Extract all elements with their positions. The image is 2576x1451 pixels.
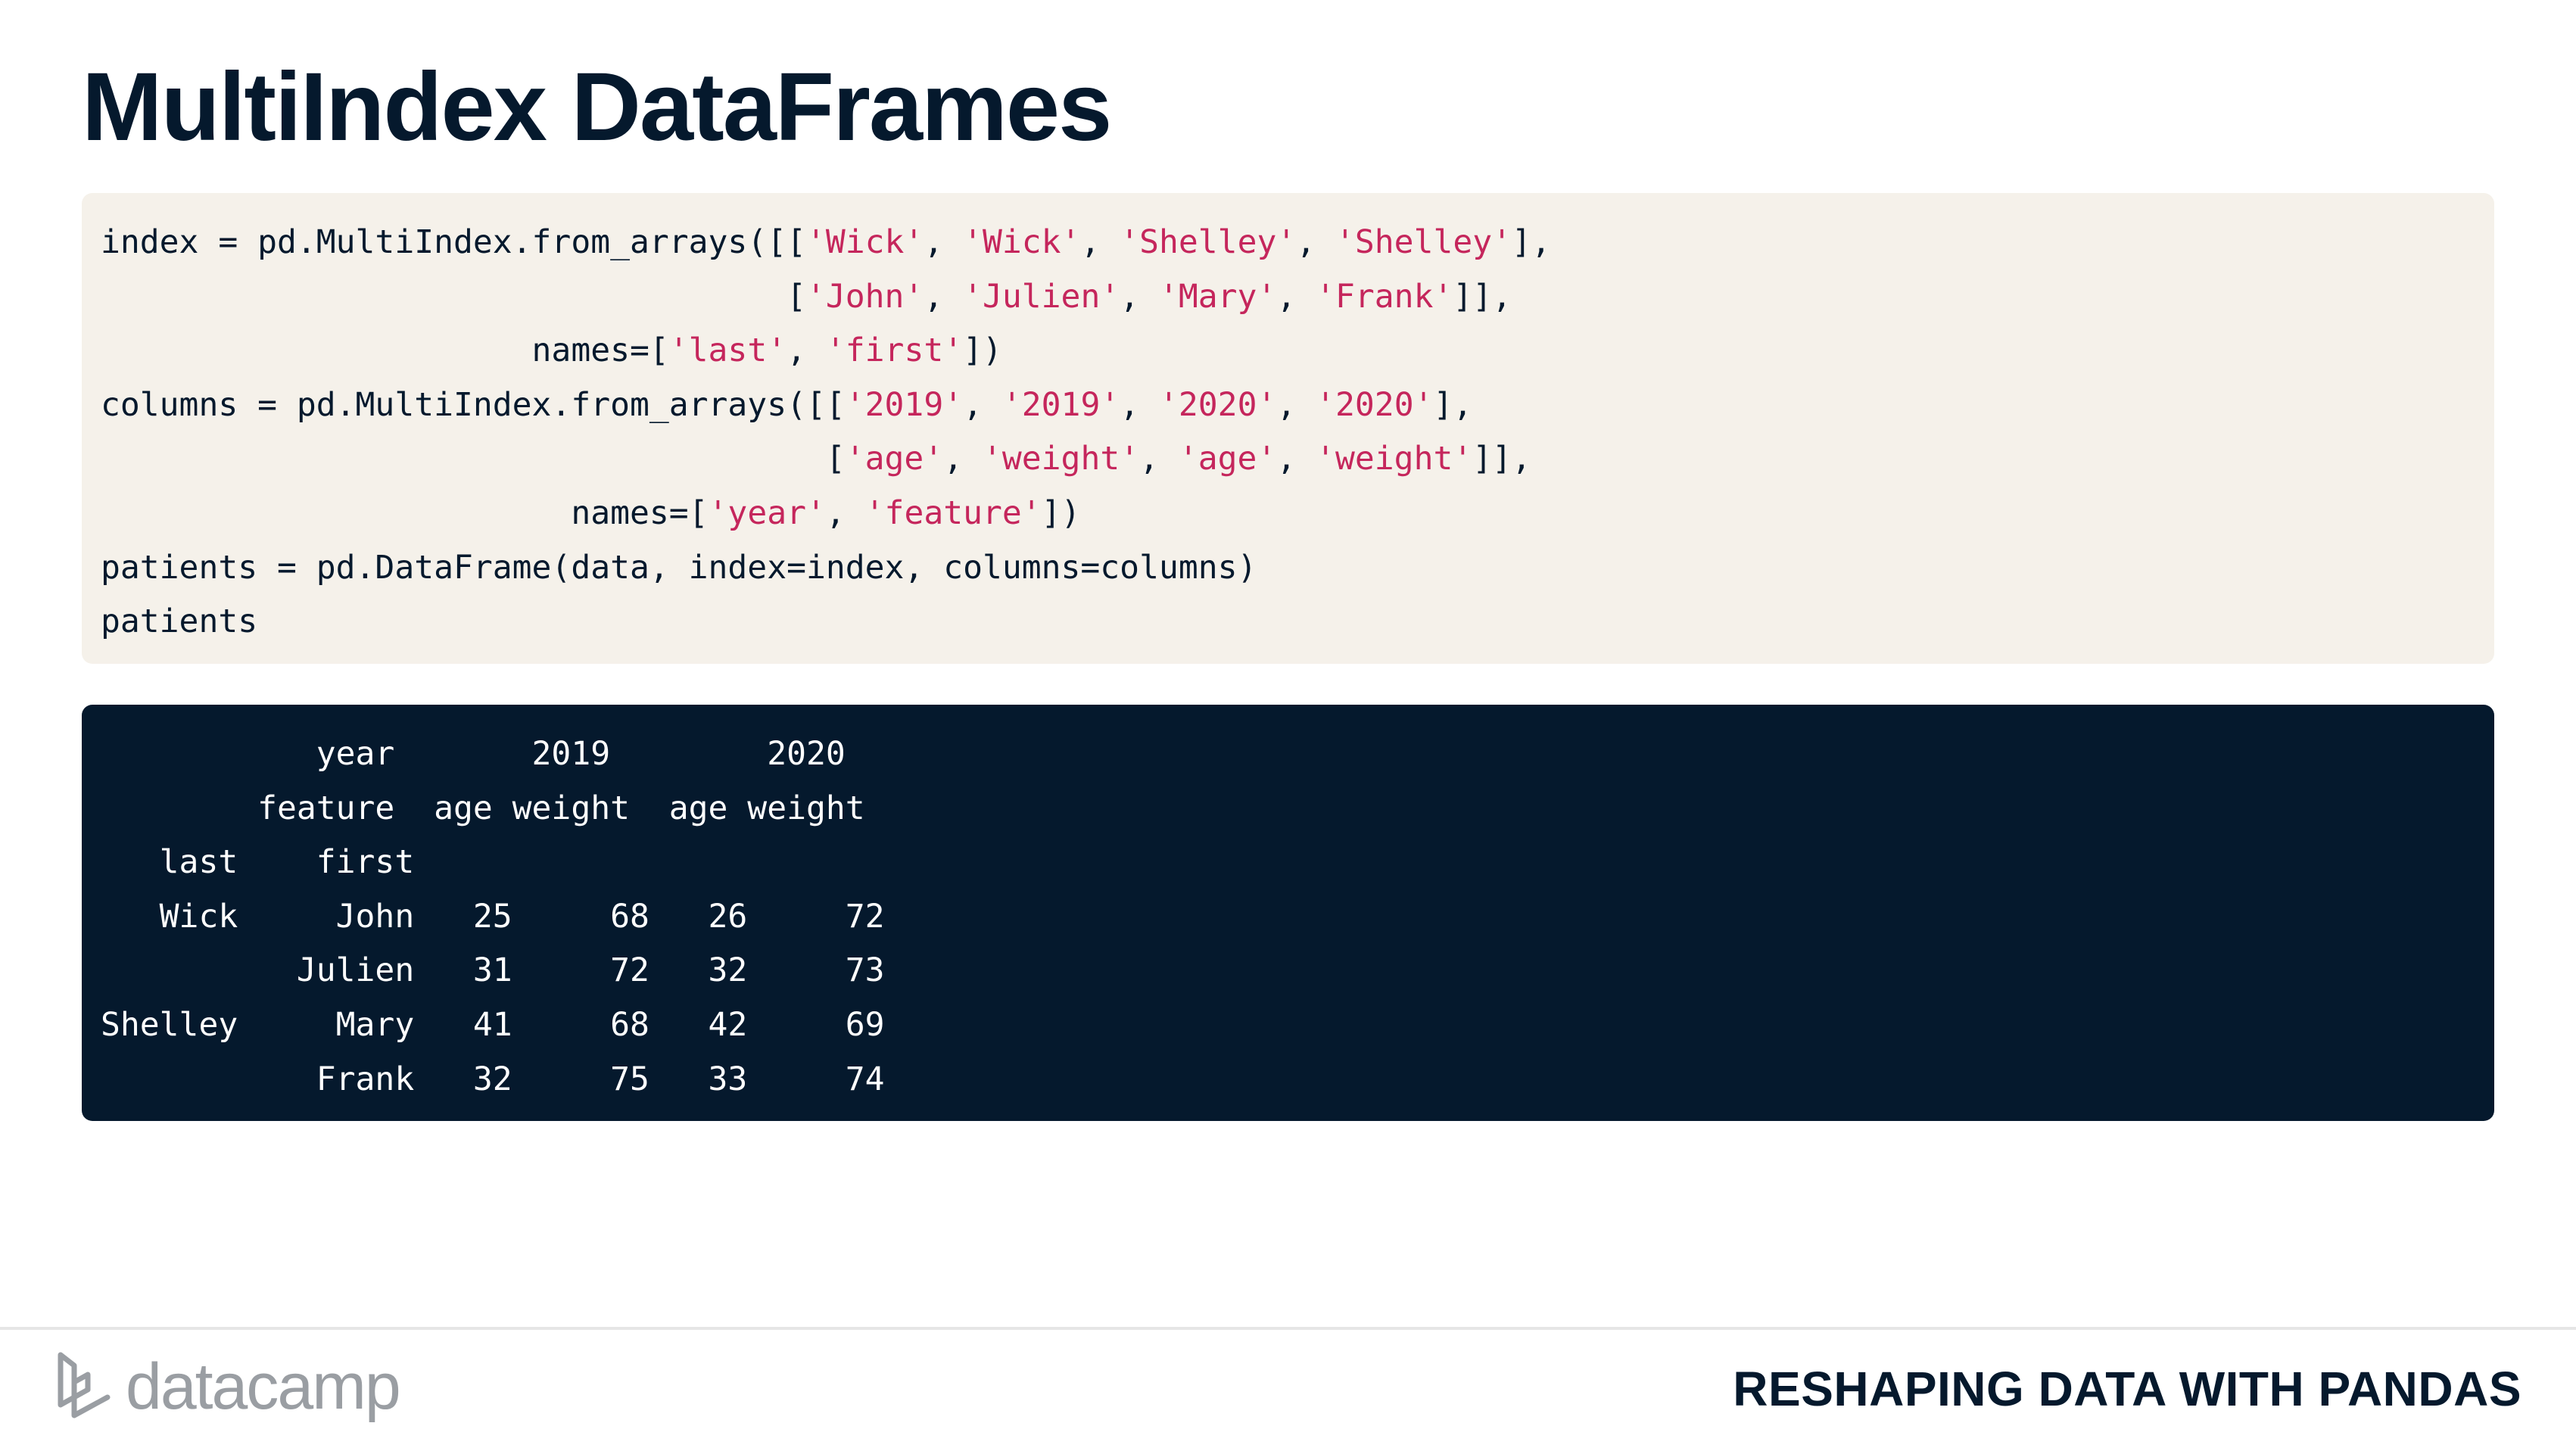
code-line: ['John', 'Julien', 'Mary', 'Frank']], [101,270,2494,325]
code-line: index = pd.MultiIndex.from_arrays([['Wic… [101,216,2494,270]
code-token: , [787,332,826,370]
code-line: ['age', 'weight', 'age', 'weight']], [101,432,2494,487]
string-literal: 'Shelley' [1120,223,1297,261]
code-token: , [1276,385,1316,424]
code-token: , [1276,440,1316,478]
code-token: ], [1512,223,1551,261]
slide-title: MultiIndex DataFrames [82,53,1112,161]
string-literal: 'Mary' [1159,277,1277,316]
string-literal: 'Shelley' [1335,223,1512,261]
string-literal: '2020' [1316,385,1434,424]
datacamp-logo-icon [58,1352,111,1418]
output-line: Frank 32 75 33 74 [101,1060,885,1098]
output-line: Julien 31 72 32 73 [101,951,885,990]
datacamp-logo: datacamp [53,1349,401,1425]
code-token: , [1139,440,1179,478]
string-literal: 'Julien' [963,277,1120,316]
code-token: names=[ [101,332,669,370]
code-token: , [1120,277,1159,316]
string-literal: '2020' [1159,385,1277,424]
output-line: Wick John 25 68 26 72 [101,897,885,936]
code-block: index = pd.MultiIndex.from_arrays([['Wic… [82,193,2494,664]
string-literal: 'John' [805,277,924,316]
code-token: ], [1433,385,1473,424]
code-token: patients = pd.DataFrame(data, index=inde… [101,548,1257,587]
string-literal: 'age' [1178,440,1277,478]
code-token: index = pd.MultiIndex.from_arrays([[ [101,223,806,261]
string-literal: 'last' [668,332,787,370]
code-token: , [924,223,964,261]
logo-text: datacamp [126,1350,401,1423]
footer-divider [0,1327,2576,1330]
code-token: , [1080,223,1120,261]
output-block: year 2019 2020 feature age weight age we… [82,705,2494,1121]
code-token: , [1276,277,1316,316]
output-line: feature age weight age weight [101,789,865,827]
code-line: patients [101,595,2494,649]
code-token: ]) [1041,494,1081,532]
string-literal: 'weight' [983,440,1140,478]
code-token: , [825,494,865,532]
string-literal: '2019' [1001,385,1120,424]
output-lines: year 2019 2020 feature age weight age we… [101,727,2494,1107]
code-lines: index = pd.MultiIndex.from_arrays([['Wic… [101,216,2494,649]
output-line: Shelley Mary 41 68 42 69 [101,1005,885,1044]
string-literal: 'year' [708,494,826,532]
code-token: , [943,440,983,478]
string-literal: 'Frank' [1316,277,1453,316]
code-token: names=[ [101,494,709,532]
string-literal: '2019' [845,385,964,424]
string-literal: 'age' [845,440,944,478]
string-literal: 'Wick' [963,223,1081,261]
code-line: columns = pd.MultiIndex.from_arrays([['2… [101,378,2494,433]
code-token: , [1296,223,1336,261]
string-literal: 'Wick' [805,223,924,261]
code-token: columns = pd.MultiIndex.from_arrays([[ [101,385,846,424]
code-token: , [1120,385,1160,424]
code-token: [ [101,277,806,316]
code-token: [ [101,440,846,478]
code-line: patients = pd.DataFrame(data, index=inde… [101,541,2494,596]
code-token: ]], [1472,440,1531,478]
string-literal: 'weight' [1316,440,1473,478]
code-line: names=['year', 'feature']) [101,487,2494,541]
string-literal: 'first' [825,332,964,370]
code-token: ]) [963,332,1002,370]
code-line: names=['last', 'first']) [101,324,2494,378]
output-line: last first [101,843,415,882]
code-token: ]], [1453,277,1512,316]
code-token: , [963,385,1002,424]
code-token: patients [101,603,258,641]
output-line: year 2019 2020 [101,735,846,773]
code-token: , [924,277,964,316]
course-title: RESHAPING DATA WITH PANDAS [1733,1362,2521,1416]
string-literal: 'feature' [864,494,1042,532]
